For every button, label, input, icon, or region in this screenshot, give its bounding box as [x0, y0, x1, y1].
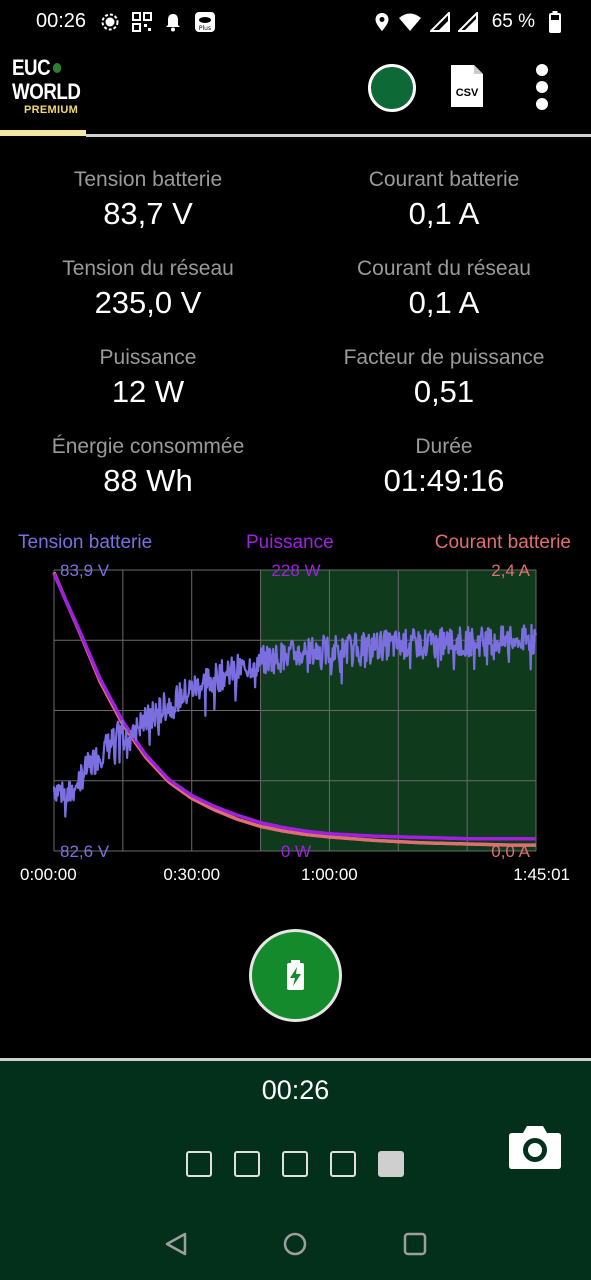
- metric-label: Tension du réseau: [62, 257, 234, 280]
- signal-messenger-icon: [101, 13, 119, 31]
- x-tick-label: 1:00:00: [301, 865, 358, 884]
- notification-bell-icon: [166, 14, 180, 32]
- logo-dot-icon: [52, 63, 62, 73]
- location-icon: [375, 13, 389, 31]
- x-tick-label: 0:00:00: [20, 865, 77, 884]
- axis-label-power-min: 0 W: [281, 842, 311, 861]
- wifi-icon: [398, 13, 421, 31]
- metric-value: 0,1 A: [408, 196, 480, 231]
- csv-export-icon[interactable]: CSV: [450, 64, 484, 108]
- metric-value: 01:49:16: [383, 463, 505, 498]
- app-plus-icon: Plus: [195, 12, 215, 32]
- metric-label: Tension batterie: [73, 168, 223, 191]
- page-indicators: [186, 1151, 404, 1177]
- tab-indicator: [0, 130, 86, 136]
- metric-value: 12 W: [111, 374, 185, 409]
- back-icon[interactable]: [163, 1231, 189, 1257]
- metric-battery-current: Courant batterie 0,1 A: [296, 168, 591, 232]
- status-bar: 00:26 Plus 65 %: [0, 0, 591, 44]
- battery-icon: [549, 11, 561, 33]
- charging-status-button[interactable]: [249, 929, 342, 1022]
- x-tick-label: 1:45:01: [513, 865, 570, 884]
- metric-label: Énergie consommée: [51, 435, 245, 458]
- logo-premium: PREMIUM: [24, 104, 79, 116]
- metric-duration: Durée 01:49:16: [296, 435, 591, 499]
- axis-label-power-max: 228 W: [271, 561, 320, 580]
- chart-plot: 83,9 V 82,6 V 228 W 0 W 2,4 A 0,0 A 0:00:00 0:3…: [20, 561, 570, 884]
- page-indicator[interactable]: [234, 1151, 260, 1177]
- qr-code-icon: [132, 12, 152, 32]
- bottom-clock: 00:26: [261, 1075, 330, 1105]
- metric-label: Facteur de puissance: [343, 346, 545, 369]
- page-indicator-active[interactable]: [378, 1151, 404, 1177]
- metric-label: Durée: [415, 435, 473, 458]
- x-tick-label: 0:30:00: [163, 865, 220, 884]
- camera-icon[interactable]: [508, 1123, 562, 1171]
- axis-label-current-max: 2,4 A: [491, 561, 530, 580]
- axis-label-voltage-max: 83,9 V: [60, 561, 110, 580]
- metric-power: Puissance 12 W: [0, 346, 296, 410]
- cell-signal-icon: [457, 12, 478, 32]
- axis-label-voltage-min: 82,6 V: [60, 842, 110, 861]
- status-time: 00:26: [36, 10, 87, 32]
- metric-value: 0,51: [413, 374, 475, 409]
- page-indicator[interactable]: [330, 1151, 356, 1177]
- home-icon[interactable]: [282, 1231, 308, 1257]
- metric-label: Courant du réseau: [357, 257, 531, 280]
- axis-label-current-min: 0,0 A: [491, 842, 530, 861]
- metric-value: 235,0 V: [94, 285, 202, 320]
- euc-world-logo: EUC WORLD PREMIUM: [12, 55, 92, 117]
- appbar-divider: [86, 134, 591, 137]
- metric-value: 0,1 A: [408, 285, 480, 320]
- metric-grid-voltage: Tension du réseau 235,0 V: [0, 257, 296, 321]
- svg-text:Plus: Plus: [199, 25, 211, 32]
- bottom-panel: 00:26: [0, 1061, 591, 1280]
- battery-charging-icon: [287, 960, 304, 990]
- logo-line1: EUC: [12, 55, 51, 80]
- cell-signal-icon: [429, 12, 450, 32]
- csv-label: CSV: [456, 87, 479, 99]
- metric-grid-current: Courant du réseau 0,1 A: [296, 257, 591, 321]
- metric-power-factor: Facteur de puissance 0,51: [296, 346, 591, 410]
- metric-value: 83,7 V: [103, 196, 193, 231]
- logo-line2: WORLD: [12, 79, 81, 104]
- metric-label: Puissance: [99, 346, 197, 369]
- metric-label: Courant batterie: [368, 168, 520, 191]
- connection-status-button[interactable]: [368, 64, 416, 112]
- page-indicator[interactable]: [282, 1151, 308, 1177]
- app-bar: EUC WORLD PREMIUM CSV: [0, 50, 591, 135]
- page-indicator[interactable]: [186, 1151, 212, 1177]
- metric-value: 88 Wh: [103, 463, 193, 498]
- metric-energy-consumed: Énergie consommée 88 Wh: [0, 435, 296, 499]
- charging-chart[interactable]: Tension batterie Puissance Courant batte…: [0, 528, 591, 888]
- recents-icon[interactable]: [402, 1231, 428, 1257]
- system-navbar: [0, 1221, 591, 1271]
- more-options-icon[interactable]: [532, 64, 552, 112]
- battery-percent: 65 %: [491, 11, 535, 32]
- metric-battery-voltage: Tension batterie 83,7 V: [0, 168, 296, 232]
